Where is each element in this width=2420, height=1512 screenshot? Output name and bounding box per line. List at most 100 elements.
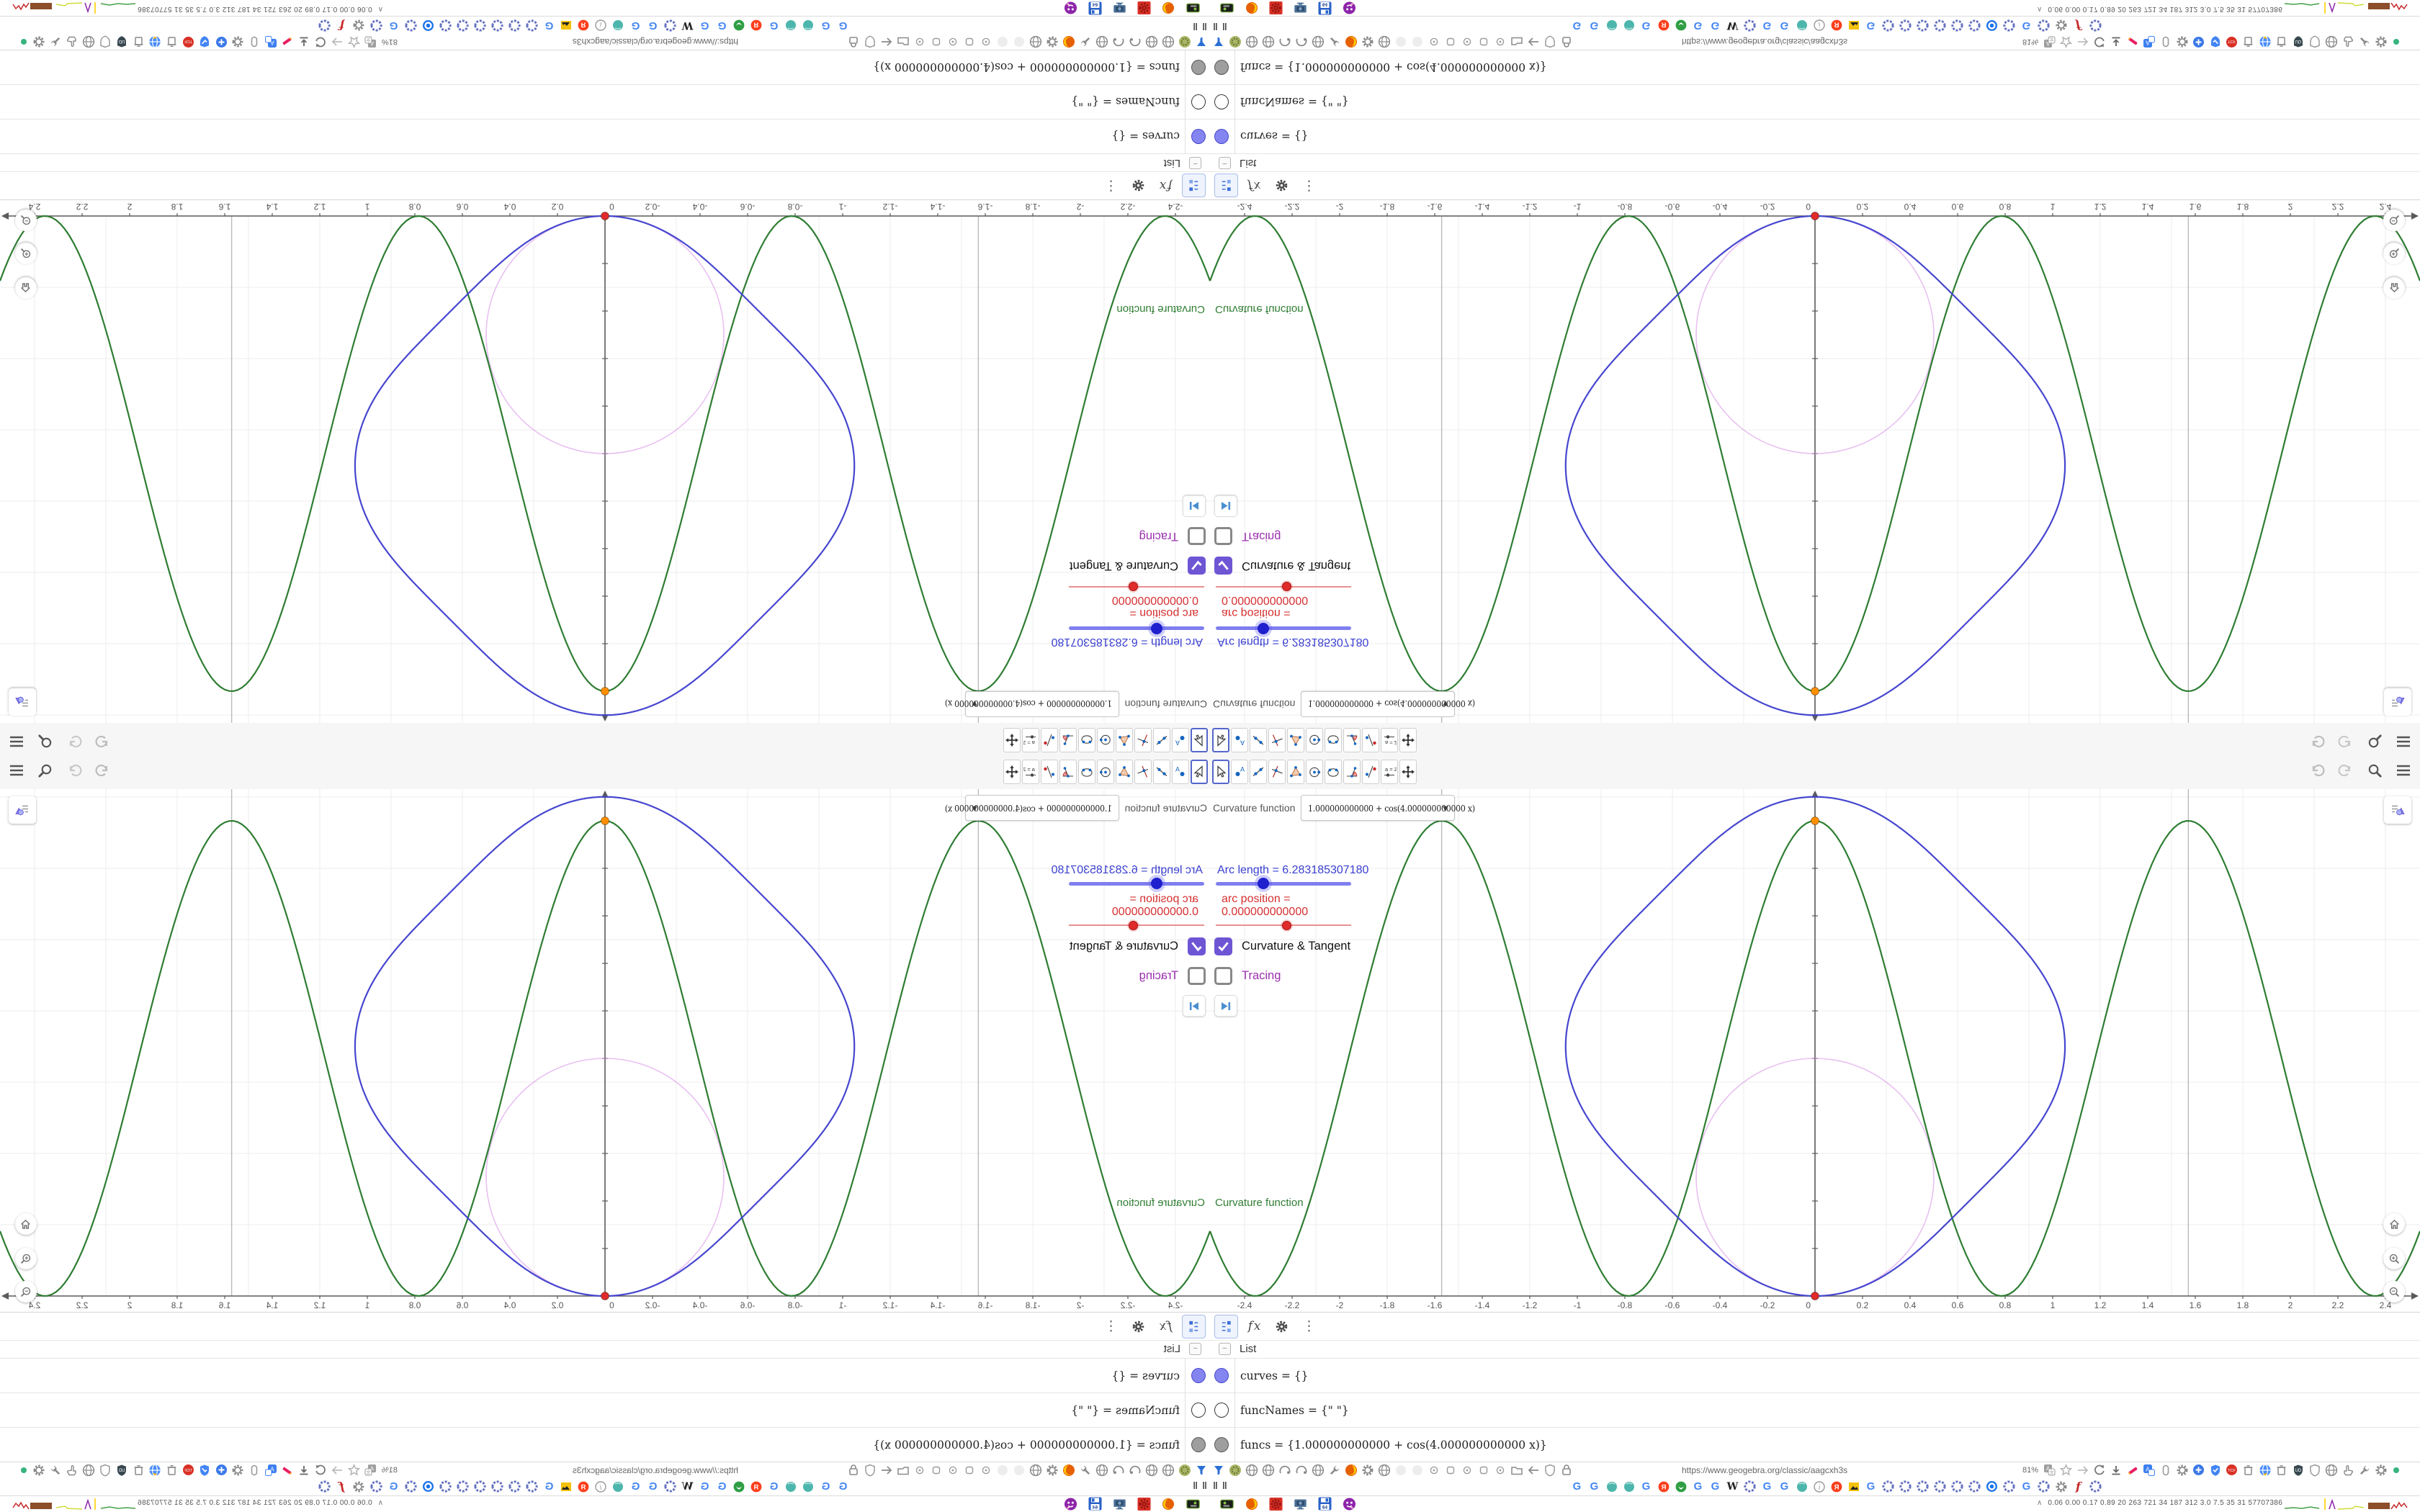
gear-icon[interactable] [1361, 1463, 1374, 1477]
download-icon[interactable] [2109, 1463, 2123, 1477]
gauge-icon[interactable] [1294, 1463, 1308, 1477]
main-menu-button[interactable] [2394, 761, 2413, 780]
gear-icon[interactable] [2054, 1480, 2068, 1493]
floppy-64-icon[interactable]: 64 [1318, 1497, 1332, 1511]
firefox-icon[interactable] [1245, 1497, 1258, 1511]
dot-circle-icon[interactable] [1493, 1463, 1507, 1477]
G-icon[interactable]: G [1639, 1480, 1653, 1493]
star-icon[interactable] [2059, 1463, 2073, 1477]
dot-circle-icon[interactable] [1460, 1463, 1474, 1477]
shield-blue-icon[interactable] [2208, 1463, 2222, 1477]
back-arrow-icon[interactable] [1526, 1463, 1540, 1477]
translate-blue-icon[interactable]: A [2142, 1463, 2156, 1477]
pill-icon[interactable] [2159, 1463, 2172, 1477]
recorder-icon[interactable] [1220, 1497, 1234, 1511]
shield-icon[interactable] [1543, 1463, 1556, 1477]
sidebar-toggle-button[interactable] [2384, 796, 2411, 824]
ring-icon[interactable] [1916, 1480, 1930, 1493]
folder-icon[interactable] [1510, 1463, 1523, 1477]
G-icon[interactable]: G [1708, 1480, 1722, 1493]
ring-icon[interactable] [1950, 1480, 1964, 1493]
polygon-tool-button[interactable] [1287, 760, 1304, 784]
yandex-icon[interactable]: Я [1657, 1480, 1670, 1493]
arc-position-slider-handle[interactable] [1282, 921, 1291, 930]
redo-button[interactable] [2336, 761, 2355, 780]
translate-icon[interactable]: A文 [2043, 1463, 2056, 1477]
arc-position-slider[interactable] [1216, 921, 1351, 930]
globe-blue-icon[interactable] [2258, 1463, 2272, 1477]
purple-face-icon[interactable] [1343, 1497, 1356, 1511]
red-gear-icon[interactable] [1269, 1497, 1283, 1511]
pen-icon[interactable] [2125, 1463, 2139, 1477]
ring-icon[interactable] [2089, 1480, 2102, 1493]
plus-blue-icon[interactable] [2192, 1463, 2205, 1477]
collapse-stats-icon[interactable]: ∧ [2037, 1499, 2042, 1507]
ring-icon[interactable] [1968, 1480, 1981, 1493]
yandex-icon[interactable]: Я [1829, 1480, 1843, 1493]
wrench-icon[interactable] [2357, 1463, 2371, 1477]
shield-dark-icon[interactable]: UD [2291, 1463, 2305, 1477]
globe-icon[interactable] [1245, 1463, 1258, 1477]
sphere-icon[interactable] [1622, 1480, 1636, 1493]
sphere-icon[interactable] [1795, 1480, 1809, 1493]
mask-green-icon[interactable] [1674, 1480, 1688, 1493]
gear-icon[interactable] [2175, 1463, 2189, 1477]
arc-length-slider[interactable] [1216, 878, 1351, 889]
globe-icon[interactable] [1377, 1463, 1391, 1477]
collapse-list-button[interactable]: − [1219, 1342, 1231, 1355]
W-icon[interactable]: W [1726, 1480, 1739, 1493]
ring-icon[interactable] [1933, 1480, 1947, 1493]
G-icon[interactable]: G [2020, 1480, 2033, 1493]
globe-icon[interactable] [2324, 1463, 2338, 1477]
home-button[interactable] [2383, 1213, 2405, 1235]
zoom-out-button[interactable] [2383, 1281, 2405, 1302]
image-icon[interactable] [1847, 1480, 1860, 1493]
globe-icon[interactable] [1311, 1463, 1325, 1477]
globe-icon[interactable] [1261, 1463, 1275, 1477]
red-badge-icon[interactable]: TCF [2225, 1463, 2238, 1477]
wrench-icon[interactable] [1327, 1463, 1341, 1477]
gauge-icon[interactable] [1278, 1463, 1291, 1477]
algebra-style-button[interactable] [1214, 1314, 1238, 1338]
move-graphics-view-tool-button[interactable] [1399, 760, 1417, 784]
line-tool-button[interactable] [1250, 760, 1267, 784]
sphere-icon[interactable] [1605, 1480, 1618, 1493]
circle-blue-icon[interactable] [1985, 1480, 1999, 1493]
point-tool-button[interactable]: A [1231, 760, 1248, 784]
move-tool-button[interactable] [1212, 760, 1229, 784]
funnel-icon[interactable] [1211, 1463, 1225, 1477]
hand-icon[interactable] [2341, 1463, 2354, 1477]
G-icon[interactable]: G [1778, 1480, 1791, 1493]
G-icon[interactable]: G [1570, 1480, 1584, 1493]
visibility-toggle-curves[interactable] [1214, 1368, 1229, 1383]
zoom-in-button[interactable] [2383, 1248, 2405, 1269]
ghost-icon[interactable] [1394, 1463, 1407, 1477]
ellipse-tool-button[interactable] [1325, 760, 1342, 784]
circle-tool-button[interactable] [1306, 760, 1323, 784]
url-text[interactable]: https://www.geogebra.org/classic/aagcxh3… [1682, 1465, 1847, 1475]
slider-tool-button[interactable]: a = 2 [1381, 760, 1398, 784]
ring-icon[interactable] [1881, 1480, 1895, 1493]
G-icon[interactable]: G [1760, 1480, 1774, 1493]
square-icon[interactable] [1476, 1463, 1490, 1477]
search-button[interactable] [2365, 761, 2384, 780]
reload-icon[interactable] [2092, 1463, 2106, 1477]
G-icon[interactable]: G [1864, 1480, 1878, 1493]
f-red-icon[interactable]: f [2071, 1480, 2085, 1493]
ring-icon[interactable] [2037, 1480, 2051, 1493]
curvature-function-input[interactable]: 1.000000000000 + cos(4.000000000000 x) ▼ [1301, 795, 1476, 821]
play-step-button[interactable] [1214, 995, 1237, 1017]
forward-arrow-icon[interactable] [2076, 1463, 2089, 1477]
firefox-icon[interactable] [1344, 1463, 1358, 1477]
ring-icon[interactable] [1743, 1480, 1757, 1493]
lock-icon[interactable] [1559, 1463, 1573, 1477]
perpendicular-line-tool-button[interactable] [1268, 760, 1286, 784]
tracing-checkbox[interactable] [1214, 967, 1232, 985]
curvature-tangent-checkbox[interactable] [1214, 937, 1232, 955]
gear-icon[interactable] [2374, 1463, 2388, 1477]
shield-icon[interactable] [2308, 1463, 2321, 1477]
square-icon[interactable] [1443, 1463, 1457, 1477]
trash-icon[interactable] [2241, 1463, 2255, 1477]
monitor-icon[interactable] [1294, 1497, 1307, 1511]
angle-tool-button[interactable] [1343, 760, 1361, 784]
